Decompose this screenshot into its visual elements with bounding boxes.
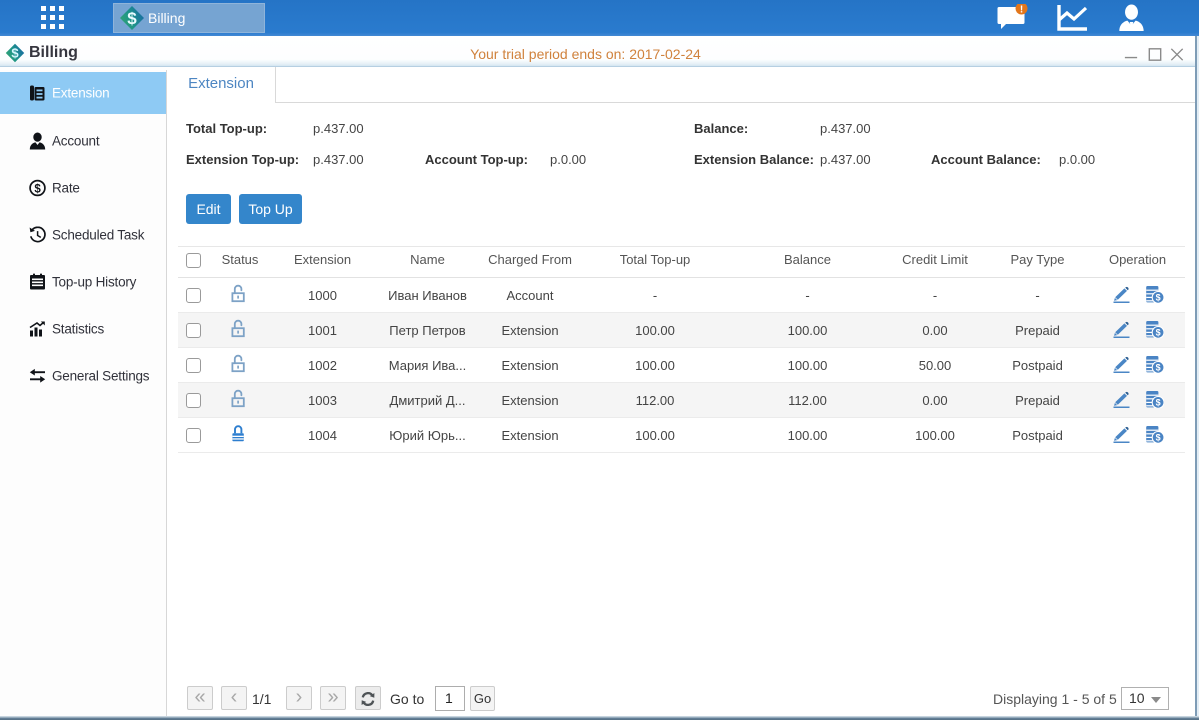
svg-text:$: $ <box>1155 362 1160 372</box>
svg-text:$: $ <box>127 9 137 28</box>
svg-text:$: $ <box>1155 292 1160 302</box>
svg-text:$: $ <box>1155 397 1160 407</box>
svg-text:$: $ <box>1155 432 1160 442</box>
svg-text:!: ! <box>1020 5 1023 16</box>
svg-text:$: $ <box>34 183 41 195</box>
svg-text:$: $ <box>1155 327 1160 337</box>
